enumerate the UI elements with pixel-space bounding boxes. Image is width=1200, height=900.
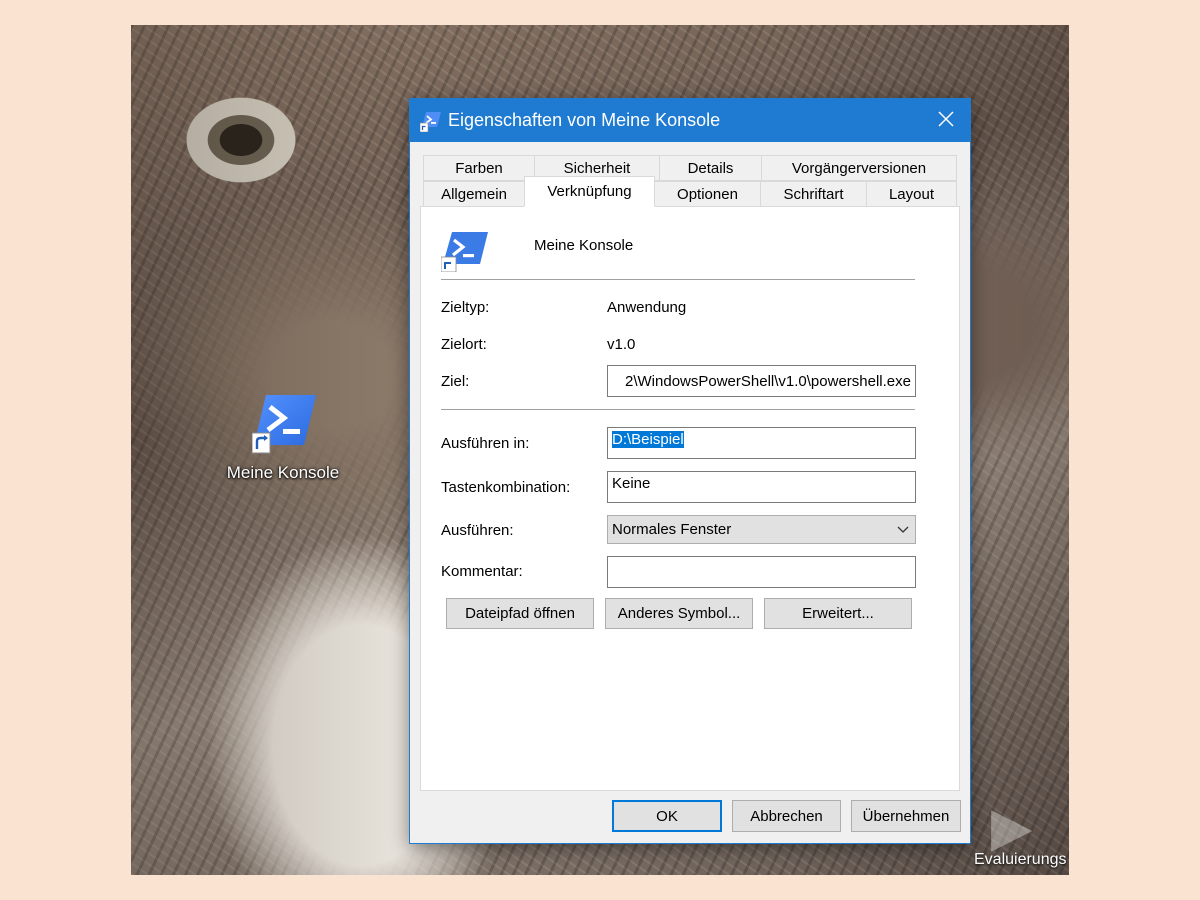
properties-dialog: Eigenschaften von Meine Konsole Farben S… <box>409 98 971 844</box>
cancel-button[interactable]: Abbrechen <box>732 800 841 832</box>
evaluation-watermark: Evaluierungs <box>974 851 1067 868</box>
desktop-shortcut-label: Meine Konsole <box>226 463 340 482</box>
tab-details[interactable]: Details <box>659 155 762 181</box>
ziel-input[interactable]: 2\WindowsPowerShell\v1.0\powershell.exe <box>607 365 916 397</box>
tab-allgemein[interactable]: Allgemein <box>423 181 525 207</box>
shortcut-name: Meine Konsole <box>534 237 634 254</box>
ok-button[interactable]: OK <box>612 800 722 832</box>
desktop-shortcut-meine-konsole[interactable]: Meine Konsole <box>221 393 345 483</box>
ziel-label: Ziel: <box>441 373 470 390</box>
kommentar-input[interactable] <box>607 556 916 588</box>
tab-schriftart[interactable]: Schriftart <box>760 181 867 207</box>
ausfuehren-in-input[interactable]: D:\Beispiel <box>607 427 916 459</box>
apply-button[interactable]: Übernehmen <box>851 800 961 832</box>
divider <box>441 279 915 280</box>
tab-verknuepfung[interactable]: Verknüpfung <box>524 176 655 207</box>
tastenkombination-text: Keine <box>612 475 651 492</box>
dialog-titlebar[interactable]: Eigenschaften von Meine Konsole <box>410 99 970 142</box>
tab-layout[interactable]: Layout <box>866 181 957 207</box>
open-file-location-button[interactable]: Dateipfad öffnen <box>446 598 594 629</box>
zieltyp-value: Anwendung <box>607 299 687 316</box>
powershell-icon <box>251 393 316 454</box>
divider <box>441 409 915 410</box>
tab-strip: Farben Sicherheit Details Vorgängerversi… <box>423 155 959 207</box>
ziel-input-text: 2\WindowsPowerShell\v1.0\powershell.exe <box>625 372 911 390</box>
powershell-icon <box>440 230 489 276</box>
tab-vorgaengerversionen[interactable]: Vorgängerversionen <box>761 155 957 181</box>
ausfuehren-select[interactable]: Normales Fenster <box>607 515 916 544</box>
ausfuehren-label: Ausführen: <box>441 522 514 539</box>
close-icon <box>938 110 954 131</box>
ausfuehren-select-value: Normales Fenster <box>612 521 732 538</box>
kommentar-label: Kommentar: <box>441 563 523 580</box>
close-button[interactable] <box>922 99 970 142</box>
advanced-button[interactable]: Erweitert... <box>764 598 912 629</box>
powershell-icon <box>419 110 442 132</box>
watermark-logo: ▶ <box>991 797 1033 857</box>
tastenkombination-input[interactable]: Keine <box>607 471 916 503</box>
ausfuehren-in-text: D:\Beispiel <box>612 431 684 448</box>
chevron-down-icon <box>897 522 909 539</box>
zieltyp-label: Zieltyp: <box>441 299 490 316</box>
zielort-label: Zielort: <box>441 336 487 353</box>
tab-panel-verknuepfung: Meine Konsole Zieltyp: Anwendung Zielort… <box>420 206 960 791</box>
ausfuehren-in-label: Ausführen in: <box>441 435 530 452</box>
tab-farben[interactable]: Farben <box>423 155 535 181</box>
change-icon-button[interactable]: Anderes Symbol... <box>605 598 753 629</box>
tab-optionen[interactable]: Optionen <box>654 181 761 207</box>
tastenkombination-label: Tastenkombination: <box>441 479 571 496</box>
zielort-value: v1.0 <box>607 336 636 353</box>
dialog-title: Eigenschaften von Meine Konsole <box>448 110 721 130</box>
